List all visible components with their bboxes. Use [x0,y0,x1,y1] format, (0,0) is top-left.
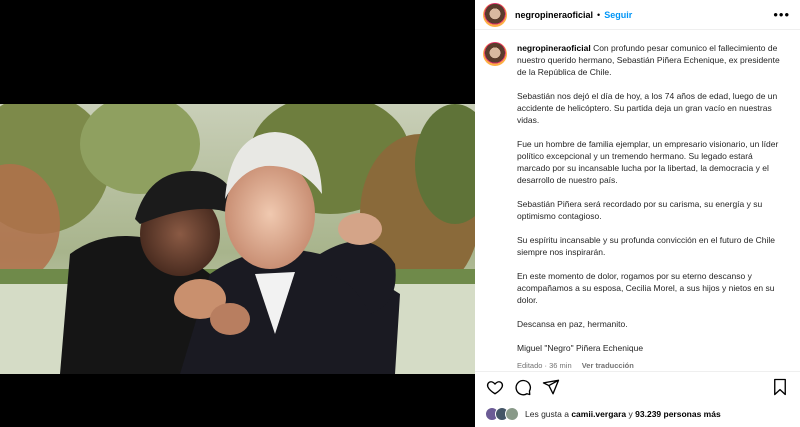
post-header: negropineraoficial • Seguir ••• [475,0,800,30]
follow-button[interactable]: Seguir [604,10,632,20]
likes-prefix: Les gusta a [525,409,569,419]
caption-paragraph: negropineraoficial Con profundo pesar co… [517,42,786,78]
likes-conjunction: y [628,409,633,419]
likes-text: Les gusta a camii.vergara y 93.239 perso… [525,409,721,419]
bookmark-icon[interactable] [770,377,790,397]
post-viewer: negropineraoficial • Seguir ••• negropin… [0,0,800,427]
photo-image [0,104,475,374]
caption-paragraph: Fue un hombre de familia ejemplar, un em… [517,139,779,185]
caption-paragraph: Sebastián Piñera será recordado por su c… [517,199,763,221]
liker-avatars[interactable] [485,407,519,421]
likes-count[interactable]: 93.239 personas más [635,409,721,419]
caption: negropineraoficial Con profundo pesar co… [517,42,786,371]
action-bar [475,371,800,401]
caption-meta: Editado · 36 min Ver traducción [517,360,786,371]
caption-paragraph: Sebastián nos dejó el día de hoy, a los … [517,91,778,125]
post-sidebar: negropineraoficial • Seguir ••• negropin… [475,0,800,427]
author-username[interactable]: negropineraoficial [515,10,593,20]
caption-paragraph: En este momento de dolor, rogamos por su… [517,271,775,305]
caption-avatar[interactable] [483,42,507,66]
comments-section: negropineraoficial Con profundo pesar co… [475,30,800,371]
caption-signature: Miguel "Negro" Piñera Echenique [517,343,644,353]
share-icon[interactable] [541,377,561,397]
media-pane [0,0,475,427]
separator-dot: • [597,9,601,20]
translate-link[interactable]: Ver traducción [582,361,634,370]
more-options-icon[interactable]: ••• [773,7,790,22]
caption-paragraph: Su espíritu incansable y su profunda con… [517,235,775,257]
likes-row: Les gusta a camii.vergara y 93.239 perso… [475,401,800,427]
caption-paragraph: Descansa en paz, hermanito. [517,319,628,329]
liker-username[interactable]: camii.vergara [571,409,626,419]
post-photo[interactable] [0,104,475,374]
comment-icon[interactable] [513,377,533,397]
caption-username[interactable]: negropineraoficial [517,43,591,53]
edited-label: Editado · 36 min [517,361,572,370]
author-avatar[interactable] [483,2,507,27]
heart-icon[interactable] [485,377,505,397]
